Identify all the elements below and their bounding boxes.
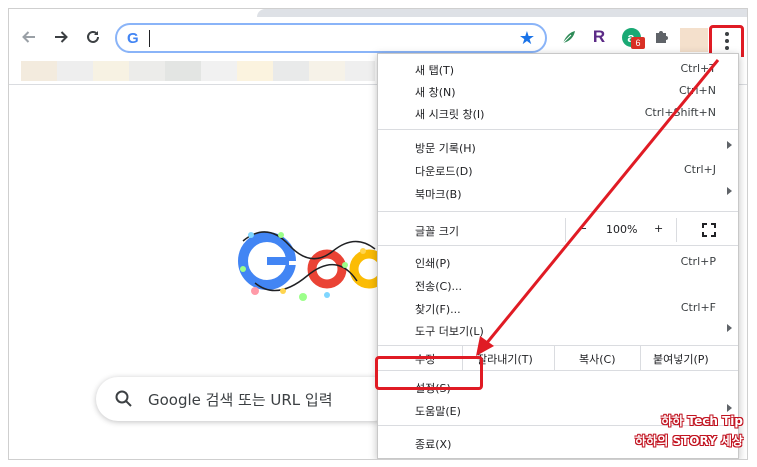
menu-separator	[378, 129, 738, 130]
bookmark-item[interactable]	[165, 61, 201, 81]
menu-item-find[interactable]: 찾기(F)... Ctrl+F	[378, 297, 738, 319]
back-button[interactable]	[17, 25, 41, 49]
leaf-extension-icon[interactable]	[557, 25, 581, 49]
menu-item-label: 도구 더보기(L)	[415, 325, 484, 338]
menu-item-label: 방문 기록(H)	[415, 142, 476, 155]
menu-item-history[interactable]: 방문 기록(H)	[378, 136, 738, 158]
search-box[interactable]: Google 검색 또는 URL 입력	[96, 377, 396, 421]
menu-item-label: 다운로드(D)	[415, 165, 473, 178]
extension-badge: 6	[631, 37, 645, 49]
menu-item-shortcut: Ctrl+F	[680, 301, 716, 314]
browser-toolbar: G ★ R a 6	[9, 17, 747, 61]
bookmark-item[interactable]	[93, 61, 129, 81]
menu-item-label: 새 탭(T)	[415, 64, 455, 77]
google-doodle-logo[interactable]	[237, 221, 377, 301]
menu-item-shortcut: Ctrl+J	[683, 163, 716, 176]
google-favicon-icon: G	[127, 30, 139, 47]
menu-item-new-window[interactable]: 새 창(N) Ctrl+N	[378, 80, 738, 102]
profile-avatar[interactable]	[680, 28, 708, 52]
fullscreen-icon[interactable]	[702, 223, 716, 237]
submenu-arrow-icon	[727, 324, 732, 332]
menu-item-downloads[interactable]: 다운로드(D) Ctrl+J	[378, 159, 738, 181]
menu-item-print[interactable]: 인쇄(P) Ctrl+P	[378, 251, 738, 273]
address-bar[interactable]: G ★	[115, 23, 547, 53]
menu-item-incognito[interactable]: 새 시크릿 창(I) Ctrl+Shift+N	[378, 102, 738, 124]
puzzle-icon	[656, 31, 668, 43]
chrome-main-menu: 새 탭(T) Ctrl+T 새 창(N) Ctrl+N 새 시크릿 창(I) C…	[377, 53, 739, 459]
text-cursor	[149, 30, 150, 47]
r-extension-button[interactable]: R	[587, 25, 611, 49]
menu-item-label: 종료(X)	[415, 438, 452, 451]
tab-strip	[9, 9, 747, 17]
zoom-label: 글꼴 크기	[415, 225, 459, 238]
menu-item-label: 북마크(B)	[415, 188, 462, 201]
paste-label: 붙여넣기(P)	[653, 353, 709, 366]
tab-strip-background	[257, 9, 747, 17]
menu-item-shortcut: Ctrl+Shift+N	[644, 106, 716, 119]
bookmark-item[interactable]	[273, 61, 309, 81]
leaf-icon	[562, 31, 575, 44]
menu-item-label: 전송(C)...	[415, 280, 462, 293]
copy-label: 복사(C)	[579, 353, 616, 366]
menu-item-label: 도움말(E)	[415, 405, 461, 418]
bookmark-item[interactable]	[309, 61, 345, 81]
copy-button[interactable]: 복사(C)	[554, 346, 640, 370]
search-placeholder: Google 검색 또는 URL 입력	[148, 391, 333, 409]
settings-highlight	[375, 356, 483, 390]
zoom-out-button[interactable]: −	[578, 222, 587, 235]
extensions-button[interactable]	[649, 25, 673, 49]
bookmark-item[interactable]	[201, 61, 237, 81]
menu-separator	[378, 245, 738, 246]
submenu-arrow-icon	[727, 187, 732, 195]
submenu-arrow-icon	[727, 141, 732, 149]
bookmark-item[interactable]	[237, 61, 273, 81]
zoom-controls: − 100% +	[565, 218, 677, 242]
browser-window: G ★ R a 6	[8, 8, 748, 460]
menu-item-label: 새 시크릿 창(I)	[415, 108, 485, 121]
arrow-left-icon	[22, 31, 35, 43]
a-extension-button[interactable]: a 6	[619, 25, 645, 49]
search-icon	[115, 390, 132, 407]
cut-label: 잘라내기(T)	[477, 353, 533, 366]
submenu-arrow-icon	[727, 404, 732, 412]
menu-item-shortcut: Ctrl+T	[680, 62, 716, 75]
bookmark-item[interactable]	[21, 61, 57, 81]
zoom-in-button[interactable]: +	[654, 222, 663, 235]
paste-button[interactable]: 붙여넣기(P)	[640, 346, 738, 370]
reload-button[interactable]	[81, 25, 105, 49]
bookmark-item[interactable]	[129, 61, 165, 81]
watermark-line1: 하하 Tech Tip	[661, 414, 743, 428]
menu-separator	[378, 211, 738, 212]
forward-button[interactable]	[49, 25, 73, 49]
menu-item-label: 찾기(F)...	[415, 303, 461, 316]
menu-item-label: 새 창(N)	[415, 86, 456, 99]
menu-item-label: 인쇄(P)	[415, 257, 451, 270]
watermark-line2: 하하의 STORY 세상	[635, 434, 743, 448]
menu-item-cast[interactable]: 전송(C)...	[378, 274, 738, 296]
zoom-level: 100%	[606, 223, 638, 236]
menu-item-new-tab[interactable]: 새 탭(T) Ctrl+T	[378, 58, 738, 80]
menu-item-shortcut: Ctrl+N	[678, 84, 716, 97]
menu-item-more-tools[interactable]: 도구 더보기(L)	[378, 319, 738, 341]
bookmark-star-icon[interactable]: ★	[519, 28, 535, 49]
arrow-right-icon	[55, 31, 68, 43]
bookmark-item[interactable]	[57, 61, 93, 81]
reload-icon	[87, 30, 99, 43]
menu-zoom-row: 글꼴 크기 − 100% +	[378, 218, 738, 242]
bookmark-item[interactable]	[345, 61, 375, 81]
menu-item-shortcut: Ctrl+P	[680, 255, 716, 268]
menu-item-bookmarks[interactable]: 북마크(B)	[378, 182, 738, 204]
